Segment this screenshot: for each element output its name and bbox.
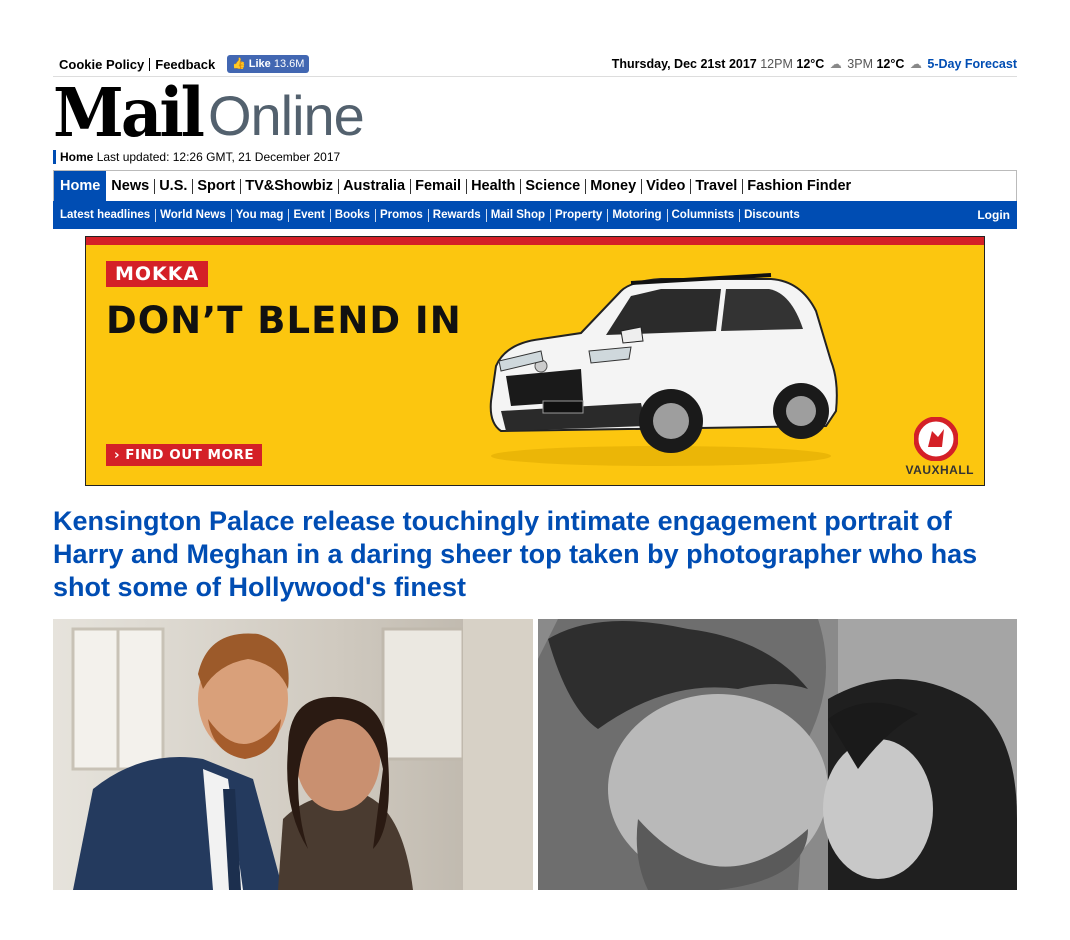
- article-photo-bw[interactable]: [538, 619, 1017, 890]
- ad-brand-name: VAUXHALL: [905, 463, 974, 477]
- cookie-policy-link[interactable]: Cookie Policy: [59, 57, 144, 72]
- cloudy-icon: ☁: [829, 57, 842, 71]
- nav-item-video[interactable]: Video: [641, 171, 690, 201]
- nav-item-sport[interactable]: Sport: [192, 171, 240, 201]
- nav-item-money[interactable]: Money: [585, 171, 641, 201]
- current-date: Thursday, Dec 21st 2017: [611, 57, 757, 71]
- subnav-discounts[interactable]: Discounts: [739, 201, 805, 229]
- last-updated-text: Last updated: 12:26 GMT, 21 December 201…: [96, 150, 341, 164]
- car-image: [489, 273, 838, 466]
- forecast-temp-1: 12°C: [796, 57, 825, 71]
- cloudy-icon: ☁: [909, 57, 922, 71]
- subnav-latest-headlines[interactable]: Latest headlines: [53, 201, 155, 229]
- nav-item-australia[interactable]: Australia: [338, 171, 410, 201]
- home-breadcrumb[interactable]: Home: [60, 150, 93, 164]
- subnav-you-mag[interactable]: You mag: [230, 201, 289, 229]
- logo-mail: Mail: [53, 74, 205, 153]
- feedback-link[interactable]: Feedback: [155, 57, 215, 72]
- nav-item-news[interactable]: News: [106, 171, 154, 201]
- subnav-rewards[interactable]: Rewards: [427, 201, 486, 229]
- subnav-columnists[interactable]: Columnists: [666, 201, 740, 229]
- secondary-nav: Latest headlines World News You mag Even…: [53, 201, 1017, 229]
- nav-item-travel[interactable]: Travel: [690, 171, 742, 201]
- weather-strip: Thursday, Dec 21st 2017 12PM 12°C ☁ 3PM …: [612, 57, 1017, 71]
- ad-slogan: DON’T BLEND IN: [106, 299, 462, 342]
- subnav-motoring[interactable]: Motoring: [607, 201, 666, 229]
- last-updated: Home Last updated: 12:26 GMT, 21 Decembe…: [53, 150, 340, 164]
- subnav-property[interactable]: Property: [550, 201, 607, 229]
- ad-model-label: MOKKA: [106, 261, 209, 287]
- engagement-photo-bw: [538, 619, 1017, 890]
- nav-item-health[interactable]: Health: [466, 171, 520, 201]
- article-photo-color[interactable]: [53, 619, 533, 890]
- nav-item-tvshowbiz[interactable]: TV&Showbiz: [240, 171, 338, 201]
- thumbs-up-icon: 👍: [232, 58, 246, 70]
- vauxhall-logo-icon: [914, 417, 958, 461]
- subnav-event[interactable]: Event: [288, 201, 329, 229]
- forecast-time-1: 12PM: [760, 57, 793, 71]
- find-out-more-button[interactable]: › FIND OUT MORE: [106, 444, 263, 466]
- nav-item-science[interactable]: Science: [520, 171, 585, 201]
- engagement-photo-color: [53, 619, 533, 890]
- nav-item-home[interactable]: Home: [54, 171, 107, 201]
- primary-nav: Home News U.S. Sport TV&Showbiz Australi…: [53, 170, 1017, 202]
- nav-item-fashion-finder[interactable]: Fashion Finder: [742, 171, 856, 201]
- subnav-mail-shop[interactable]: Mail Shop: [485, 201, 550, 229]
- subnav-promos[interactable]: Promos: [374, 201, 428, 229]
- forecast-time-2: 3PM: [847, 57, 873, 71]
- like-label: Like: [248, 58, 271, 70]
- forecast-temp-2: 12°C: [876, 57, 905, 71]
- subnav-books[interactable]: Books: [329, 201, 375, 229]
- site-logo[interactable]: Mail Online: [53, 74, 365, 153]
- logo-online: Online: [207, 84, 365, 147]
- nav-item-us[interactable]: U.S.: [154, 171, 192, 201]
- like-count: 13.6M: [273, 58, 305, 70]
- ad-top-stripe: [86, 237, 984, 245]
- subnav-world-news[interactable]: World News: [155, 201, 231, 229]
- nav-item-femail[interactable]: Femail: [410, 171, 466, 201]
- advertisement-banner[interactable]: MOKKA DON’T BLEND IN › FIND OUT MORE VAU…: [85, 236, 985, 486]
- five-day-forecast-link[interactable]: 5-Day Forecast: [927, 57, 1017, 71]
- login-link[interactable]: Login: [977, 201, 1010, 229]
- facebook-like-button[interactable]: 👍 Like 13.6M: [227, 55, 310, 73]
- article-headline[interactable]: Kensington Palace release touchingly int…: [53, 505, 1017, 604]
